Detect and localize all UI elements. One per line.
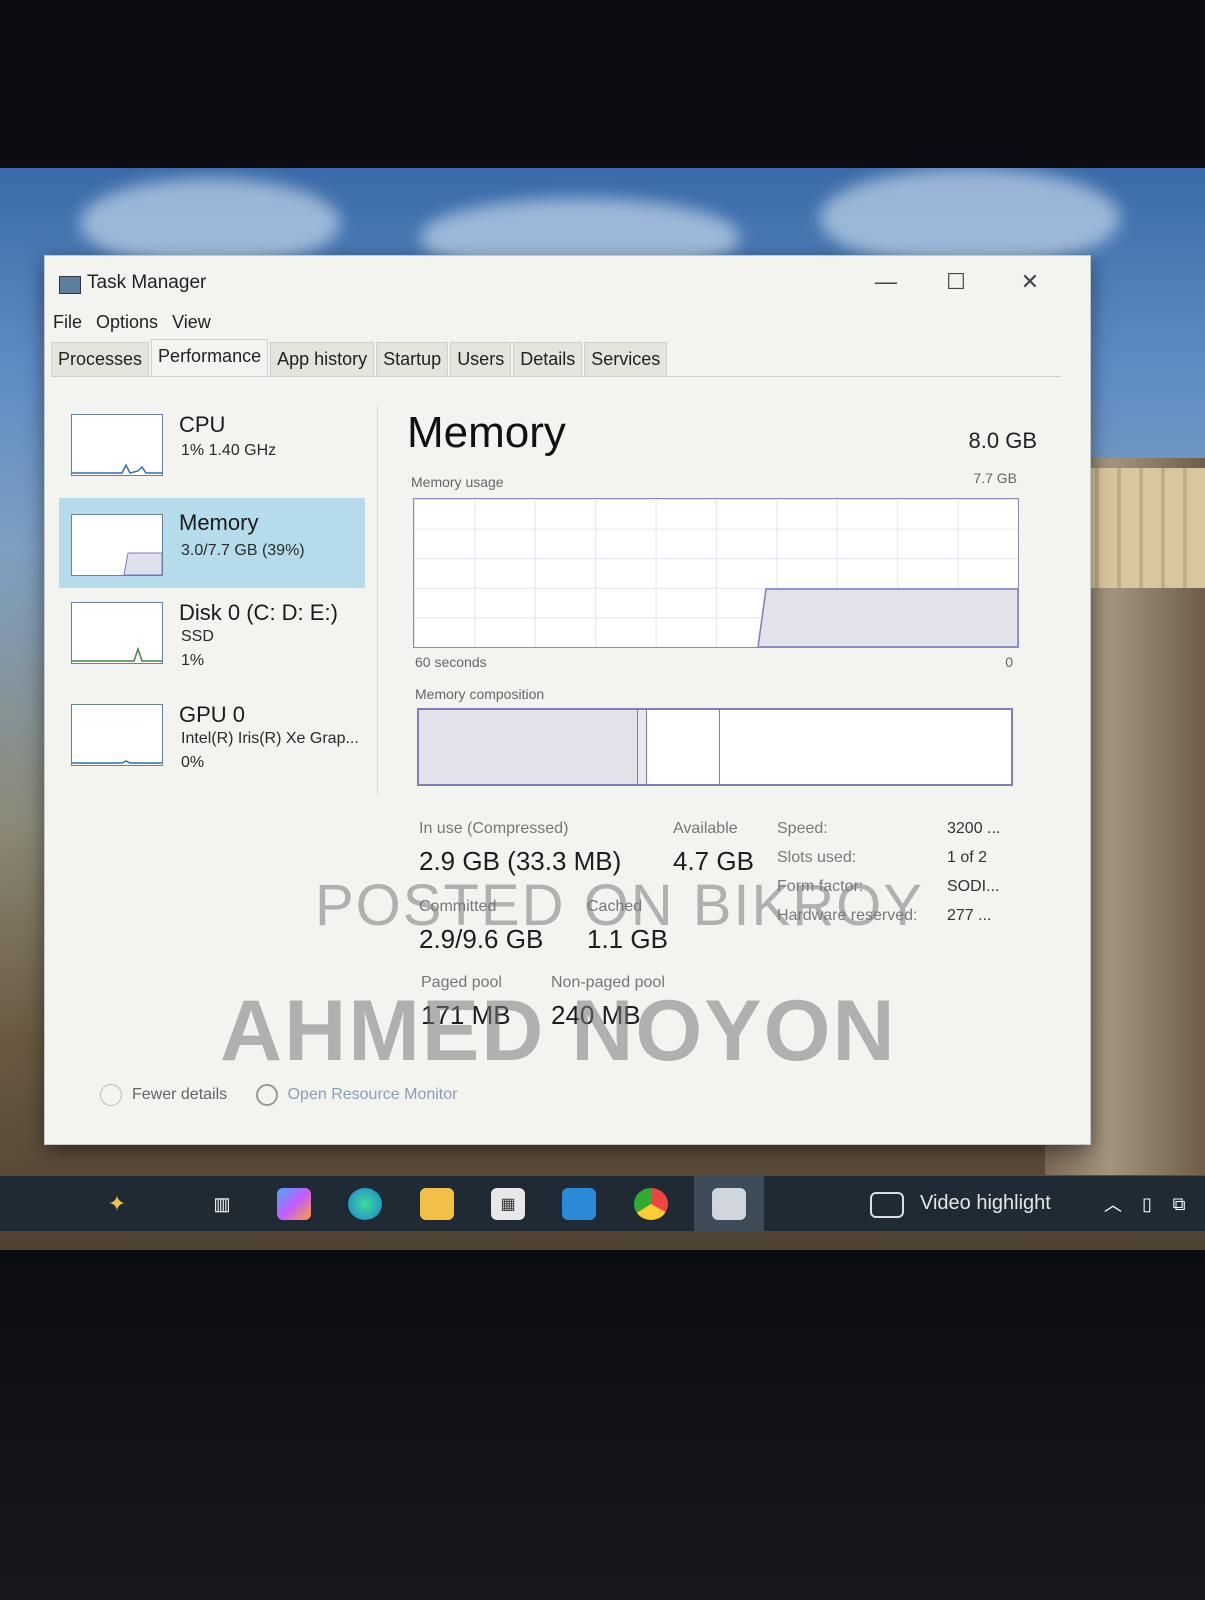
composition-free <box>720 710 1011 784</box>
memory-composition-bar <box>417 708 1013 786</box>
menu-bar: File Options View <box>53 312 211 342</box>
gpu-label: GPU 0 <box>179 702 246 727</box>
tray-app-icon[interactable]: ▯ <box>1130 1188 1164 1220</box>
menu-view[interactable]: View <box>172 312 211 342</box>
in-use-label: In use (Compressed) <box>419 820 569 837</box>
open-resource-monitor-link[interactable]: Open Resource Monitor <box>288 1086 458 1103</box>
close-button[interactable]: ✕ <box>999 262 1061 302</box>
outlook-icon[interactable] <box>562 1188 596 1220</box>
gpu-mini-graph <box>71 704 163 766</box>
disk-type: SSD <box>181 628 214 645</box>
composition-in-use <box>419 710 638 784</box>
available-label: Available <box>673 820 738 837</box>
resource-list: CPU 1% 1.40 GHz Memory 3.0/7.7 GB (39%) … <box>59 406 378 796</box>
store-icon[interactable]: ▦ <box>491 1188 525 1220</box>
resource-cpu[interactable]: CPU 1% 1.40 GHz <box>59 406 365 496</box>
resource-disk[interactable]: Disk 0 (C: D: E:) SSD 1% <box>59 594 365 684</box>
taskbar: ✦ ▥ ▦ Video highlight ︿ ▯ ⧉ <box>0 1175 1205 1231</box>
memory-total: 8.0 GB <box>968 428 1037 453</box>
cloud <box>80 178 340 268</box>
usage-label: Memory usage <box>411 474 504 490</box>
title-bar[interactable]: Task Manager — ☐ ✕ <box>45 256 1090 312</box>
composition-label: Memory composition <box>415 686 545 702</box>
video-highlight-widget[interactable]: Video highlight <box>920 1192 1051 1215</box>
usage-max: 7.7 GB <box>973 470 1017 486</box>
tray-network-icon[interactable]: ⧉ <box>1162 1188 1196 1220</box>
cpu-mini-graph <box>71 414 163 476</box>
tab-performance[interactable]: Performance <box>151 339 269 376</box>
maximize-button[interactable]: ☐ <box>925 262 987 302</box>
window-title: Task Manager <box>87 272 207 293</box>
tab-startup[interactable]: Startup <box>376 342 449 376</box>
time-axis-left: 60 seconds <box>415 654 487 670</box>
fewer-details-link[interactable]: Fewer details <box>132 1086 227 1103</box>
memory-usage-area <box>757 588 1018 647</box>
chrome-icon[interactable] <box>634 1188 668 1220</box>
gpu-model: Intel(R) Iris(R) Xe Grap... <box>181 730 359 747</box>
copilot-app-icon[interactable] <box>277 1188 311 1220</box>
memory-sparkline <box>123 552 163 576</box>
resource-monitor-icon <box>255 1084 278 1106</box>
detail-title: Memory <box>407 408 566 457</box>
file-explorer-icon[interactable] <box>420 1188 454 1220</box>
disk-label: Disk 0 (C: D: E:) <box>179 600 338 625</box>
watermark-name: AHMED NOYON <box>220 983 897 1079</box>
memory-usage: 3.0/7.7 GB (39%) <box>181 542 305 559</box>
memory-usage-graph <box>413 498 1019 648</box>
footer: Fewer details Open Resource Monitor <box>100 1084 457 1106</box>
memory-mini-graph <box>71 514 163 576</box>
laptop-keyboard <box>0 1250 1205 1600</box>
composition-standby <box>647 710 720 784</box>
cloud <box>820 168 1120 268</box>
tab-app-history[interactable]: App history <box>270 342 375 376</box>
task-manager-icon[interactable] <box>712 1188 746 1220</box>
speed-label: Speed: <box>777 820 828 837</box>
cpu-sparkline <box>72 463 162 474</box>
minimize-button[interactable]: — <box>855 262 917 302</box>
menu-options[interactable]: Options <box>96 312 158 342</box>
memory-label: Memory <box>179 510 259 535</box>
disk-usage: 1% <box>181 652 205 669</box>
news-icon[interactable] <box>870 1192 904 1218</box>
copilot-icon[interactable]: ✦ <box>100 1188 134 1220</box>
task-view-icon[interactable]: ▥ <box>205 1188 239 1220</box>
form-factor-value: SODI... <box>947 878 1000 895</box>
speed-value: 3200 ... <box>947 820 1001 837</box>
composition-modified <box>638 710 647 784</box>
cpu-usage: 1% 1.40 GHz <box>181 442 277 459</box>
resource-memory[interactable]: Memory 3.0/7.7 GB (39%) <box>59 498 365 588</box>
chevron-up-icon[interactable] <box>100 1084 122 1106</box>
gpu-sparkline <box>72 760 162 764</box>
disk-sparkline <box>72 646 162 662</box>
menu-file[interactable]: File <box>53 312 82 342</box>
tab-services[interactable]: Services <box>584 342 668 376</box>
gpu-usage: 0% <box>181 754 205 771</box>
resource-gpu[interactable]: GPU 0 Intel(R) Iris(R) Xe Grap... 0% <box>59 696 365 786</box>
slots-label: Slots used: <box>777 849 857 866</box>
tab-users[interactable]: Users <box>450 342 512 376</box>
tab-strip: Processes Performance App history Startu… <box>51 339 1061 377</box>
slots-value: 1 of 2 <box>947 849 988 866</box>
tab-details[interactable]: Details <box>513 342 583 376</box>
time-axis-right: 0 <box>1005 654 1013 670</box>
task-manager-icon <box>59 276 81 294</box>
disk-mini-graph <box>71 602 163 664</box>
cpu-label: CPU <box>179 412 226 437</box>
edge-icon[interactable] <box>348 1188 382 1220</box>
chevron-up-icon[interactable]: ︿ <box>1096 1188 1130 1220</box>
watermark-posted: POSTED ON BIKROY <box>315 873 924 938</box>
tab-processes[interactable]: Processes <box>51 342 150 376</box>
hardware-reserved-value: 277 ... <box>947 907 992 924</box>
